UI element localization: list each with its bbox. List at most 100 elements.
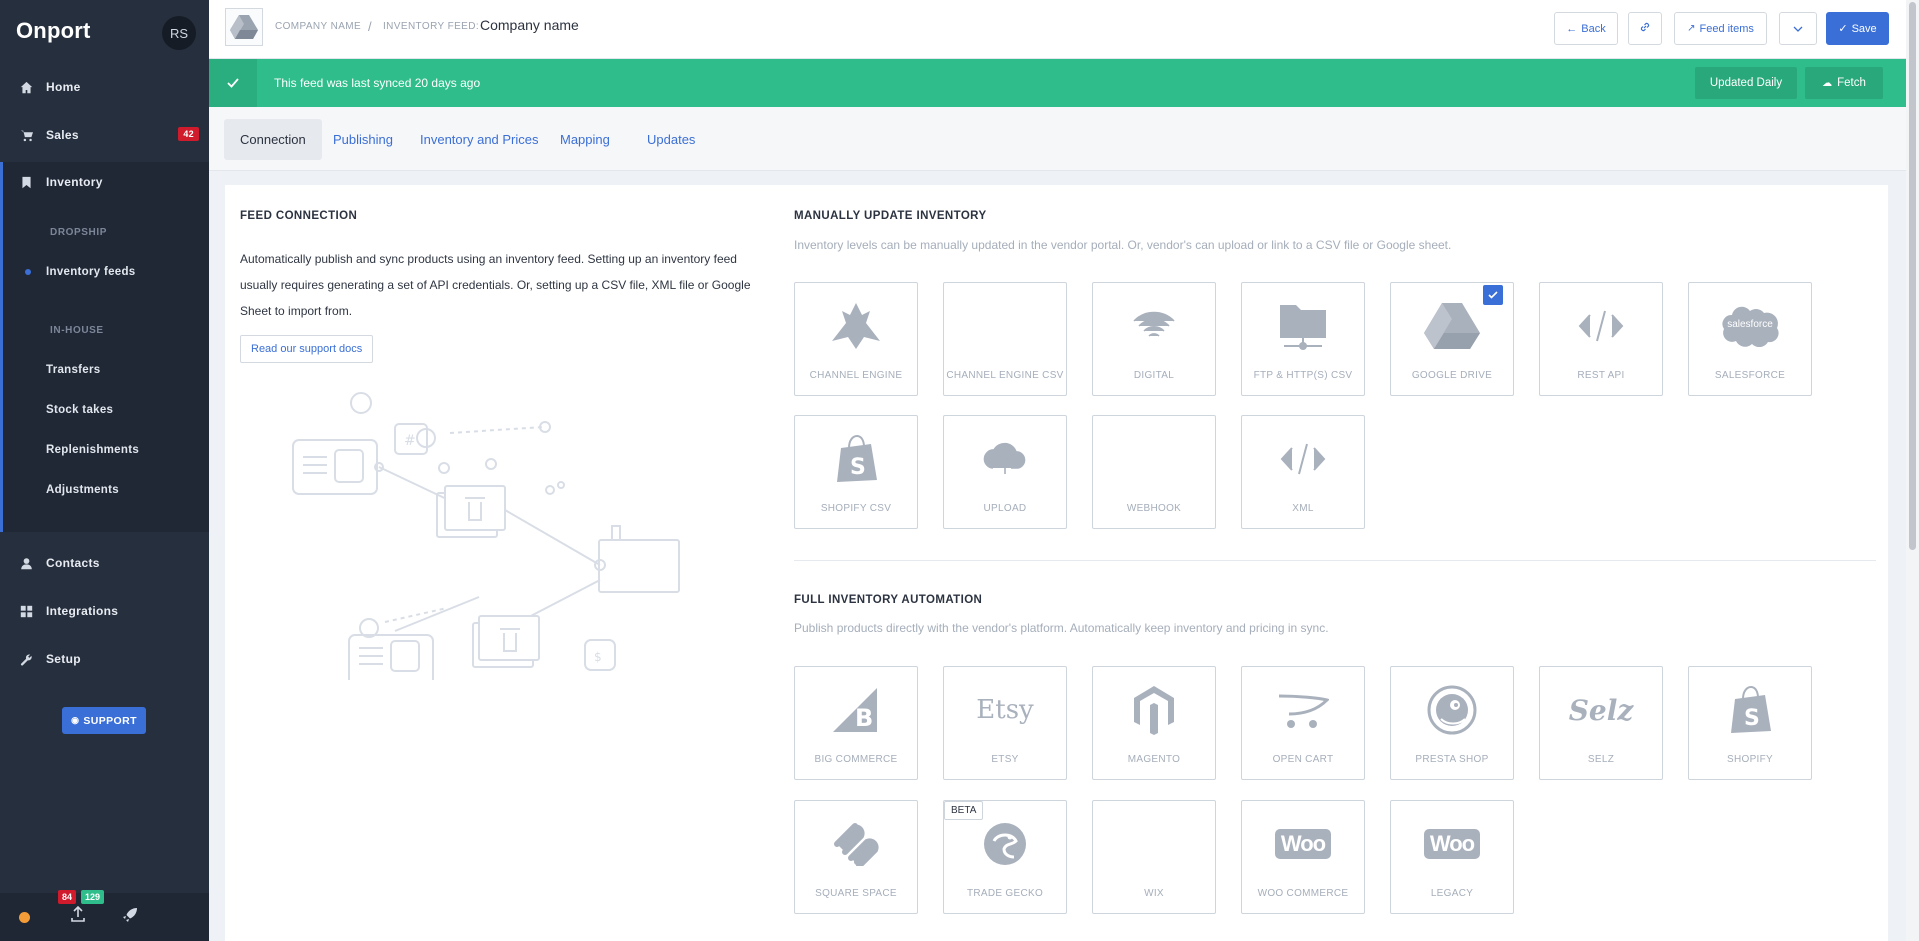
svg-text:$: $ [594, 650, 602, 664]
chevron-down-icon [1793, 23, 1803, 35]
arrow-left-icon: ← [1566, 22, 1578, 35]
tab-publishing[interactable]: Publishing [317, 119, 409, 160]
sync-banner: This feed was last synced 20 days ago Up… [209, 59, 1906, 107]
more-dropdown-button[interactable] [1779, 12, 1817, 45]
breadcrumb-company[interactable]: COMPANY NAME [275, 21, 361, 32]
updated-daily-button[interactable]: Updated Daily [1695, 67, 1797, 99]
tile-label: BIG COMMERCE [814, 754, 898, 765]
tile-upload[interactable]: UPLOAD [943, 415, 1067, 529]
tile-google-drive[interactable]: GOOGLE DRIVE [1390, 282, 1514, 396]
tile-shopify[interactable]: S SHOPIFY [1688, 666, 1812, 780]
tab-inventory-and-prices[interactable]: Inventory and Prices [404, 119, 555, 160]
sales-count-badge: 42 [178, 127, 199, 141]
tab-connection[interactable]: Connection [224, 119, 322, 160]
opencart-icon [1242, 683, 1364, 737]
channel-engine-icon [795, 299, 917, 353]
nav-home-label: Home [46, 80, 81, 94]
google-drive-icon [230, 15, 258, 39]
tile-label: SALESFORCE [1714, 370, 1786, 381]
tile-label: PRESTA SHOP [1415, 754, 1489, 765]
tile-woo-commerce[interactable]: Woo WOO COMMERCE [1241, 800, 1365, 914]
grid-icon [0, 605, 46, 618]
tile-label: CHANNEL ENGINE [809, 370, 903, 381]
tile-selz[interactable]: Selz SELZ [1539, 666, 1663, 780]
nav-stock-takes[interactable]: Stock takes [46, 404, 113, 416]
tradegecko-icon [944, 817, 1066, 871]
code-icon [1540, 299, 1662, 353]
brand-logo[interactable]: Onport [16, 18, 91, 44]
tile-label: SHOPIFY CSV [820, 503, 892, 514]
rocket-icon[interactable] [122, 907, 138, 923]
tile-big-commerce[interactable]: B BIG COMMERCE [794, 666, 918, 780]
tile-presta-shop[interactable]: PRESTA SHOP [1390, 666, 1514, 780]
nav-home[interactable]: Home [0, 67, 209, 107]
cloud-upload-icon [944, 432, 1066, 486]
support-docs-button[interactable]: Read our support docs [240, 335, 374, 363]
tile-wix[interactable]: WIX [1092, 800, 1216, 914]
nav-setup-label: Setup [46, 652, 81, 666]
save-button[interactable]: ✓ Save [1826, 12, 1889, 45]
nav-contacts[interactable]: Contacts [0, 543, 209, 583]
feed-connection-text-3: Sheet to import from. [240, 304, 353, 318]
status-dot[interactable] [19, 912, 30, 923]
tile-label: LEGACY [1430, 888, 1474, 899]
feed-connection-heading: FEED CONNECTION [240, 210, 358, 222]
external-link-icon: ↗ [1687, 23, 1696, 34]
fetch-button[interactable]: ☁ Fetch [1805, 67, 1883, 99]
link-icon [1639, 21, 1651, 36]
tab-mapping[interactable]: Mapping [544, 119, 626, 160]
tile-digital[interactable]: DIGITAL [1092, 282, 1216, 396]
tile-channel-engine[interactable]: CHANNEL ENGINE [794, 282, 918, 396]
avatar[interactable]: RS [162, 16, 196, 50]
scrollbar-thumb[interactable] [1909, 2, 1916, 550]
back-button[interactable]: ← Back [1554, 12, 1618, 45]
tab-updates[interactable]: Updates [631, 119, 711, 160]
nav-adjustments[interactable]: Adjustments [46, 484, 119, 496]
tile-label: TRADE GECKO [966, 888, 1044, 899]
tile-legacy[interactable]: Woo LEGACY [1390, 800, 1514, 914]
tile-etsy[interactable]: Etsy ETSY [943, 666, 1067, 780]
nav-inventory[interactable]: Inventory [0, 162, 209, 202]
tile-webhook[interactable]: WEBHOOK [1092, 415, 1216, 529]
shopify-bag-icon: S [1689, 683, 1811, 737]
tile-channel-engine-csv[interactable]: CHANNEL ENGINE CSV [943, 282, 1067, 396]
section-dropship: DROPSHIP [50, 227, 108, 238]
support-button[interactable]: ◉ SUPPORT [62, 707, 146, 734]
sync-message: This feed was last synced 20 days ago [274, 76, 481, 90]
upload-icon[interactable] [70, 905, 86, 923]
feed-items-button[interactable]: ↗ Feed items [1674, 12, 1767, 45]
nav-inventory-label: Inventory [46, 175, 103, 189]
nav-transfers[interactable]: Transfers [46, 364, 100, 376]
folder-network-icon [1242, 299, 1364, 353]
tile-ftp-http-csv[interactable]: FTP & HTTP(S) CSV [1241, 282, 1365, 396]
nav-setup[interactable]: Setup [0, 639, 209, 679]
tile-salesforce[interactable]: salesforce SALESFORCE [1688, 282, 1812, 396]
feed-connection-text-1: Automatically publish and sync products … [240, 252, 737, 266]
section-divider [794, 560, 1876, 561]
tile-open-cart[interactable]: OPEN CART [1241, 666, 1365, 780]
tile-xml[interactable]: XML [1241, 415, 1365, 529]
link-button[interactable] [1628, 12, 1662, 45]
active-dot [25, 269, 31, 275]
tile-magento[interactable]: MAGENTO [1092, 666, 1216, 780]
page-scrollbar[interactable] [1906, 0, 1919, 941]
nav-sales[interactable]: Sales 42 [0, 115, 209, 155]
google-drive-icon [1391, 299, 1513, 353]
tile-trade-gecko[interactable]: BETA TRADE GECKO [943, 800, 1067, 914]
tile-label: DIGITAL [1133, 370, 1175, 381]
sidebar-footer: 84 129 [0, 890, 209, 941]
nav-integrations[interactable]: Integrations [0, 591, 209, 631]
person-icon [0, 557, 46, 570]
nav-inventory-feeds[interactable]: Inventory feeds [46, 266, 136, 278]
nav-replenishments[interactable]: Replenishments [46, 444, 139, 456]
selz-icon: Selz [1540, 683, 1662, 737]
notification-count-green: 129 [81, 890, 105, 904]
cart-icon [0, 129, 46, 142]
wifi-icon [1093, 299, 1215, 353]
tile-square-space[interactable]: SQUARE SPACE [794, 800, 918, 914]
wrench-icon [0, 653, 46, 666]
tile-rest-api[interactable]: REST API [1539, 282, 1663, 396]
tile-shopify-csv[interactable]: S SHOPIFY CSV [794, 415, 918, 529]
tile-label: SELZ [1587, 754, 1615, 765]
fetch-label: Fetch [1837, 77, 1866, 89]
